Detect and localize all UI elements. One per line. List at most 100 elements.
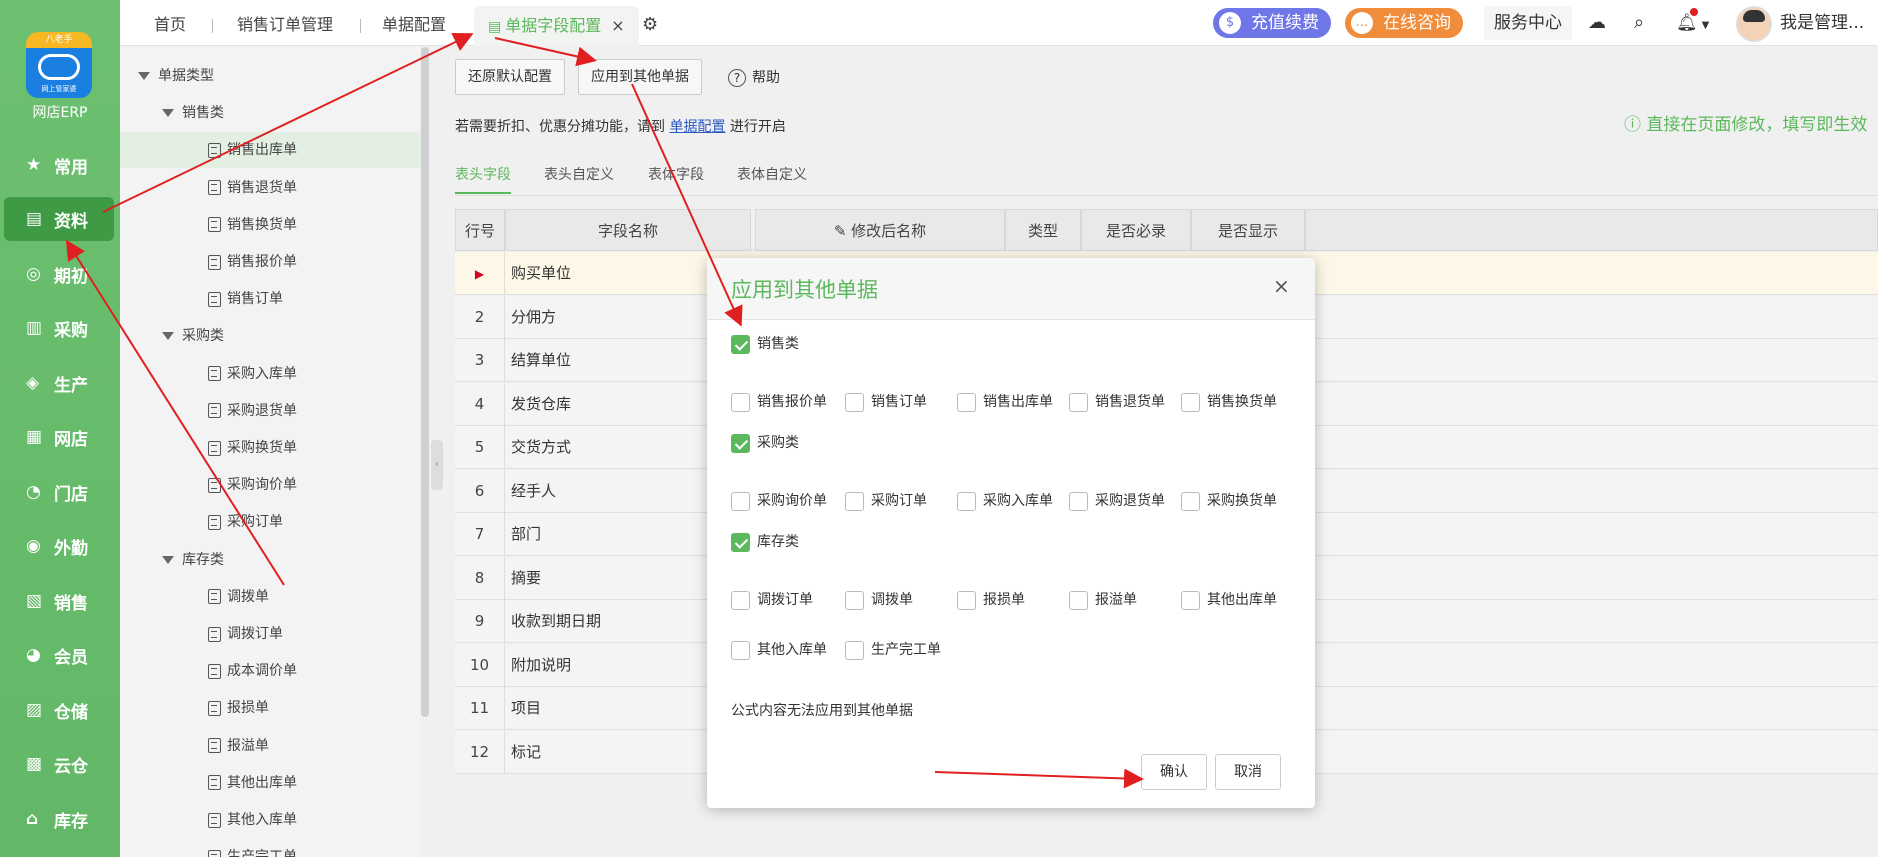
checkbox-box <box>1181 590 1200 610</box>
row-number: 11 <box>455 687 505 730</box>
tree-scrollbar[interactable] <box>421 47 429 717</box>
column-header[interactable]: 是否显示 <box>1191 209 1305 251</box>
cancel-button[interactable]: 取消 <box>1215 754 1281 790</box>
help-link[interactable]: ? 帮助 <box>728 67 780 87</box>
document-icon <box>208 589 221 605</box>
tree-group[interactable]: 销售类 <box>120 95 420 131</box>
subtab-body-fields[interactable]: 表体字段 <box>648 164 704 194</box>
nav-item-7[interactable]: ◉ 外勤 <box>4 524 114 568</box>
doc-checkbox[interactable]: 销售出库单 <box>957 392 1053 412</box>
gear-icon[interactable]: ⚙ <box>642 0 658 46</box>
doc-checkbox[interactable]: 采购退货单 <box>1069 491 1165 511</box>
doc-checkbox[interactable]: 销售换货单 <box>1181 392 1277 412</box>
subtab-header-custom[interactable]: 表头自定义 <box>544 164 614 194</box>
nav-item-10[interactable]: ▨ 仓储 <box>4 688 114 732</box>
doc-checkbox[interactable]: 生产完工单 <box>845 640 941 660</box>
doc-checkbox[interactable]: 采购入库单 <box>957 491 1053 511</box>
nav-item-6[interactable]: ◔ 门店 <box>4 470 114 514</box>
subtab-header-fields[interactable]: 表头字段 <box>455 164 511 194</box>
search-icon[interactable]: ⌕ <box>1634 0 1644 46</box>
nav-item-2[interactable]: ◎ 期初 <box>4 252 114 296</box>
tree-item[interactable]: 成本调价单 <box>120 653 420 689</box>
bell-icon[interactable]: 🔔︎ ▼ <box>1676 0 1709 46</box>
tree-item[interactable]: 采购询价单 <box>120 467 420 503</box>
doc-checkbox[interactable]: 报溢单 <box>1069 590 1137 610</box>
consult-button[interactable]: … 在线咨询 <box>1345 8 1463 38</box>
close-icon[interactable]: × <box>1273 274 1290 298</box>
nav-item-4[interactable]: ◈ 生产 <box>4 361 114 405</box>
tab-field-config[interactable]: ▤ 单据字段配置 × <box>474 6 639 46</box>
tree-item[interactable]: 其他入库单 <box>120 802 420 838</box>
tree-item[interactable]: 采购入库单 <box>120 356 420 392</box>
tree-item[interactable]: 报溢单 <box>120 728 420 764</box>
service-center-button[interactable]: 服务中心 <box>1484 6 1572 40</box>
recharge-button[interactable]: $ 充值续费 <box>1213 8 1331 38</box>
doc-checkbox[interactable]: 调拨订单 <box>731 590 813 610</box>
top-bar: 首页 销售订单管理 单据配置 ▤ 单据字段配置 × ⚙ $ 充值续费 … 在线咨询 服务… <box>120 0 1878 46</box>
doc-checkbox[interactable]: 采购订单 <box>845 491 927 511</box>
confirm-button[interactable]: 确认 <box>1141 754 1207 790</box>
checkbox-label: 采购询价单 <box>757 493 827 509</box>
doc-checkbox[interactable]: 采购换货单 <box>1181 491 1277 511</box>
nav-item-0[interactable]: ★ 常用 <box>4 143 114 187</box>
tree-item[interactable]: 生产完工单 <box>120 839 420 857</box>
tree-item[interactable]: 报损单 <box>120 690 420 726</box>
doc-checkbox[interactable]: 销售退货单 <box>1069 392 1165 412</box>
subtab-body-custom[interactable]: 表体自定义 <box>737 164 807 194</box>
tree-item[interactable]: 销售报价单 <box>120 244 420 280</box>
column-header[interactable]: ✎ 修改后名称 <box>755 209 1005 251</box>
tree-item[interactable]: 销售出库单 <box>120 132 420 169</box>
nav-item-12[interactable]: ⌂ 库存 <box>4 797 114 841</box>
column-header[interactable]: 类型 <box>1005 209 1081 251</box>
tree-item[interactable]: 其他出库单 <box>120 765 420 801</box>
field-name-cell: 结算单位 <box>511 351 572 369</box>
group-checkbox[interactable]: 库存类 <box>731 532 799 552</box>
tree-item[interactable]: 调拨单 <box>120 579 420 615</box>
close-icon[interactable]: × <box>611 16 624 35</box>
doc-checkbox[interactable]: 采购询价单 <box>731 491 827 511</box>
tree-group[interactable]: 采购类 <box>120 318 420 354</box>
doc-checkbox[interactable]: 其他入库单 <box>731 640 827 660</box>
apply-other-docs-button[interactable]: 应用到其他单据 <box>578 59 702 95</box>
tree-item[interactable]: 销售订单 <box>120 281 420 317</box>
tree-label: 销售退货单 <box>227 179 297 196</box>
tree-item[interactable]: 销售退货单 <box>120 170 420 206</box>
cloud-download-icon[interactable]: ☁ <box>1588 0 1606 46</box>
doc-config-link[interactable]: 单据配置 <box>669 119 725 135</box>
collapse-handle[interactable]: ‹ <box>431 440 443 490</box>
tree-label: 销售换货单 <box>227 216 297 233</box>
doc-checkbox[interactable]: 调拨单 <box>845 590 913 610</box>
nav-item-3[interactable]: ▥ 采购 <box>4 306 114 350</box>
restore-default-button[interactable]: 还原默认配置 <box>455 59 565 95</box>
tree-group[interactable]: 单据类型 <box>120 58 420 94</box>
tree-item[interactable]: 销售换货单 <box>120 207 420 243</box>
doc-checkbox[interactable]: 销售订单 <box>845 392 927 412</box>
doc-checkbox[interactable]: 报损单 <box>957 590 1025 610</box>
column-header[interactable]: 字段名称 <box>505 209 751 251</box>
tab-home[interactable]: 首页 <box>154 0 186 46</box>
tree-item[interactable]: 采购订单 <box>120 504 420 540</box>
checkbox-box <box>1069 590 1088 610</box>
doc-checkbox[interactable]: 其他出库单 <box>1181 590 1277 610</box>
tree-item[interactable]: 采购退货单 <box>120 393 420 429</box>
doc-checkbox[interactable]: 销售报价单 <box>731 392 827 412</box>
tab-doc-config[interactable]: 单据配置 <box>382 0 446 46</box>
user-name[interactable]: 我是管理... <box>1780 0 1864 46</box>
avatar[interactable] <box>1736 6 1772 42</box>
nav-item-8[interactable]: ▧ 销售 <box>4 579 114 623</box>
nav-item-5[interactable]: ▦ 网店 <box>4 415 114 459</box>
checkbox-label: 报损单 <box>983 592 1025 608</box>
group-checkbox[interactable]: 采购类 <box>731 433 799 453</box>
tree-item[interactable]: 采购换货单 <box>120 430 420 466</box>
nav-item-9[interactable]: ◕ 会员 <box>4 633 114 677</box>
column-header[interactable]: 是否必录 <box>1081 209 1191 251</box>
group-checkbox[interactable]: 销售类 <box>731 334 799 354</box>
nav-item-label: 库存 <box>54 811 88 832</box>
nav-item-11[interactable]: ▩ 云仓 <box>4 742 114 786</box>
nav-item-1[interactable]: ▤ 资料 <box>4 197 114 241</box>
tab-sales-order-mgmt[interactable]: 销售订单管理 <box>237 0 333 46</box>
column-header[interactable]: 行号 <box>455 209 505 251</box>
tree-group[interactable]: 库存类 <box>120 542 420 578</box>
tree-item[interactable]: 调拨订单 <box>120 616 420 652</box>
row-number: 12 <box>455 730 505 774</box>
